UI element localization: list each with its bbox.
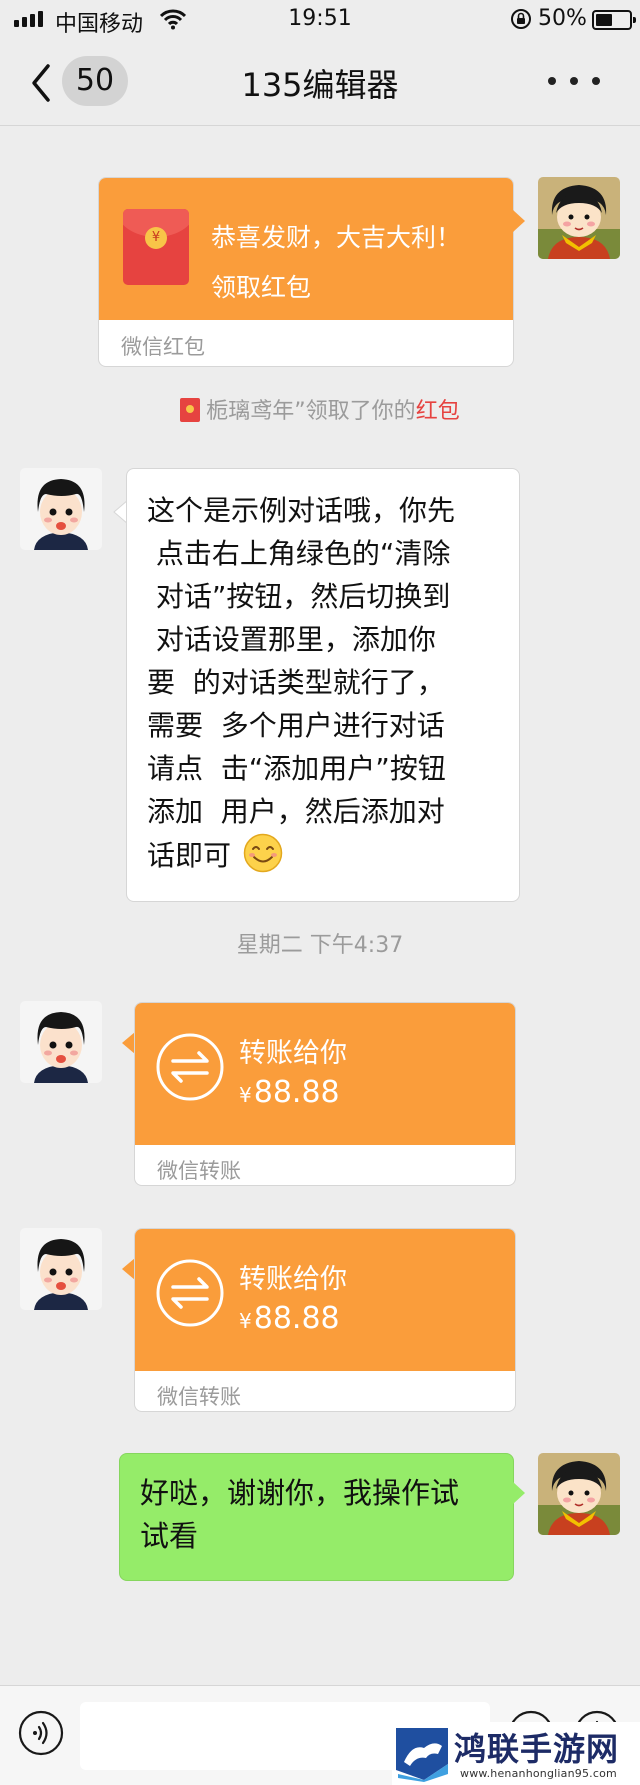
contact-avatar[interactable] <box>20 1001 102 1083</box>
my-text-message[interactable]: 好哒，谢谢你，我操作试 试看 <box>119 1453 514 1581</box>
amount-value: 88.88 <box>253 1301 340 1336</box>
transfer-amount: ¥88.88 <box>239 1301 340 1336</box>
watermark-name: 鸿联手游网 <box>454 1730 620 1768</box>
system-notice: 栀璃鸢年”领取了你的红包 <box>0 393 640 425</box>
battery-icon <box>592 10 636 30</box>
contact-avatar[interactable] <box>20 1228 102 1310</box>
bubble-tail <box>513 210 525 232</box>
watermark-url: www.henanhonglian95.com <box>460 1767 617 1780</box>
battery-percent: 50% <box>538 6 587 31</box>
my-avatar[interactable] <box>538 1453 620 1535</box>
chat-header: 50 135编辑器 <box>0 40 640 126</box>
red-packet-small-icon <box>180 398 201 422</box>
message-text: 好哒，谢谢你，我操作试 试看 <box>140 1476 460 1553</box>
contact-avatar[interactable] <box>20 468 102 550</box>
currency-symbol: ¥ <box>239 1083 252 1107</box>
transfer-arrows-icon <box>156 1033 224 1101</box>
transfer-amount: ¥88.88 <box>239 1075 340 1110</box>
red-packet-action: 领取红包 <box>211 273 312 302</box>
transfer-message[interactable]: 转账给你 ¥88.88 微信转账 <box>134 1228 516 1412</box>
red-packet-greeting: 恭喜发财，大吉大利！ <box>211 223 462 252</box>
smile-emoji-icon <box>243 833 283 873</box>
red-envelope-icon: ¥ <box>123 209 189 285</box>
transfer-message[interactable]: 转账给你 ¥88.88 微信转账 <box>134 1002 516 1186</box>
my-avatar[interactable] <box>538 177 620 259</box>
red-packet-footer: 微信红包 <box>121 335 205 359</box>
more-options-icon[interactable] <box>548 74 600 88</box>
red-packet-link[interactable]: 红包 <box>416 399 460 424</box>
system-notice-text: 栀璃鸢年”领取了你的 <box>206 399 416 424</box>
timestamp: 星期二 下午4:37 <box>236 933 404 958</box>
bubble-tail <box>513 1482 525 1504</box>
watermark-logo-icon <box>394 1724 450 1782</box>
text-message[interactable]: 这个是示例对话哦，你先 点击右上角绿色的“清除 对话”按钮，然后切换到 对话设置… <box>126 468 520 902</box>
status-bar: 中国移动 19:51 50% <box>0 0 640 40</box>
amount-value: 88.88 <box>253 1075 340 1110</box>
rotation-lock-icon <box>511 9 531 29</box>
chat-title: 135编辑器 <box>241 66 399 104</box>
transfer-footer: 微信转账 <box>157 1159 241 1183</box>
voice-input-icon[interactable] <box>18 1710 64 1756</box>
site-watermark: 鸿联手游网 www.henanhonglian95.com <box>392 1722 640 1785</box>
currency-symbol: ¥ <box>239 1309 252 1333</box>
transfer-arrows-icon <box>156 1259 224 1327</box>
red-packet-message[interactable]: ¥ 恭喜发财，大吉大利！ 领取红包 微信红包 <box>98 177 514 367</box>
transfer-label: 转账给你 <box>239 1038 347 1069</box>
transfer-footer: 微信转账 <box>157 1385 241 1409</box>
message-text: 这个是示例对话哦，你先 点击右上角绿色的“清除 对话”按钮，然后切换到 对话设置… <box>147 494 456 872</box>
transfer-label: 转账给你 <box>239 1264 347 1295</box>
